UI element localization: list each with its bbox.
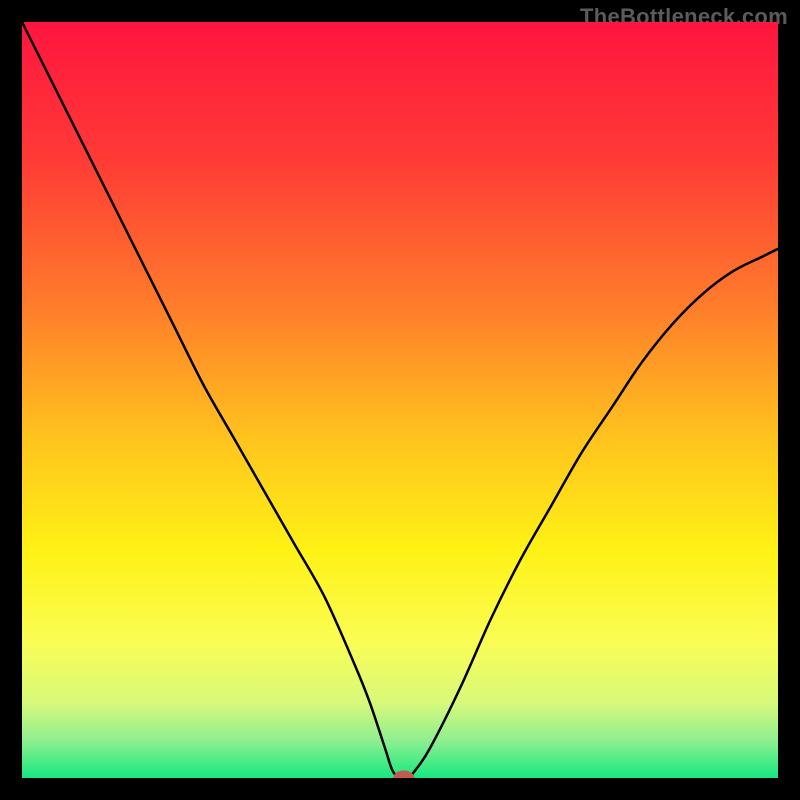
chart-frame: TheBottleneck.com: [0, 0, 800, 800]
gradient-background: [22, 22, 778, 778]
bottleneck-chart: [22, 22, 778, 778]
